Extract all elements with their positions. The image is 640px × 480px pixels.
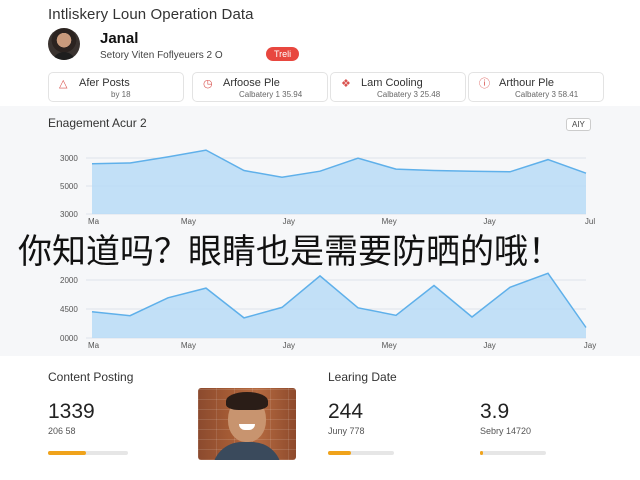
x-tick-label: Jay	[584, 341, 596, 350]
series-area	[92, 273, 586, 338]
avatar[interactable]	[48, 28, 80, 60]
stat-sub-learning-date: Juny 778	[328, 426, 365, 436]
metric-card-arthour-ple[interactable]: ⓘ Arthour Ple Calbatery 3 58.41	[468, 72, 604, 102]
stat-value-learning-date: 244	[328, 400, 364, 423]
stat-value-content-posting: 1339	[48, 400, 95, 423]
progress-fill	[48, 451, 87, 455]
profile-photo	[198, 388, 296, 460]
warning-triangle-icon: △	[59, 78, 68, 90]
progress-bar-learning-date	[328, 451, 394, 455]
x-tick-label: Ma	[88, 341, 100, 350]
metric-card-label: Arthour Ple	[499, 77, 555, 89]
alert-circle-icon: ⓘ	[479, 78, 490, 90]
metric-card-sub: by 18	[111, 90, 131, 99]
x-tick-label: Jay	[283, 341, 295, 350]
metric-card-label: Afer Posts	[79, 77, 130, 89]
x-tick-label: Jul	[585, 217, 595, 226]
progress-bar-third	[480, 451, 546, 455]
profile-subtitle: Setory Viten Foflyeuers 2 O	[100, 50, 223, 61]
y-tick-label: 3000	[60, 154, 78, 163]
profile-name: Janal	[100, 30, 139, 47]
series-area	[92, 150, 586, 214]
x-tick-label: May	[181, 341, 196, 350]
metric-card-label: Arfoose Ple	[223, 77, 280, 89]
progress-fill	[480, 451, 484, 455]
profile-header: Janal Setory Viten Foflyeuers 2 O Treli	[48, 28, 328, 62]
y-tick-label: 3000	[60, 210, 78, 219]
y-tick-label: 2000	[60, 276, 78, 285]
stat-value-third: 3.9	[480, 400, 510, 423]
x-tick-label: Mey	[382, 341, 397, 350]
y-tick-label: 4500	[60, 305, 78, 314]
stat-sub-content-posting: 206 58	[48, 426, 76, 436]
clock-icon: ◷	[203, 78, 213, 90]
stat-label-content-posting: Content Posting	[48, 370, 134, 384]
metric-card-label: Lam Cooling	[361, 77, 423, 89]
metric-card-sub: Calbatery 3 25.48	[377, 90, 441, 99]
progress-fill	[328, 451, 352, 455]
metric-cards: △ Afer Posts by 18 ◷ Arfoose Ple Calbate…	[48, 72, 604, 102]
stat-sub-third: Sebry 14720	[480, 426, 532, 436]
page-title: Intliskery Loun Operation Data	[48, 6, 254, 23]
metric-card-sub: Calbatery 3 58.41	[515, 90, 579, 99]
chart-filter-dropdown[interactable]: AIY	[566, 118, 591, 131]
metric-card-sub: Calbatery 1 35.94	[239, 90, 303, 99]
tag-icon: ❖	[341, 78, 351, 90]
y-tick-label: 5000	[60, 182, 78, 191]
metric-card-lam-cooling[interactable]: ❖ Lam Cooling Calbatery 3 25.48	[330, 72, 466, 102]
overlay-caption: 你知道吗？眼睛也是需要防晒的哦！	[18, 232, 562, 272]
metric-card-arfoose-ple[interactable]: ◷ Arfoose Ple Calbatery 1 35.94	[192, 72, 328, 102]
chart-title: Enagement Acur 2	[48, 116, 147, 130]
y-tick-label: 0000	[60, 334, 78, 343]
x-tick-label: Jay	[483, 341, 495, 350]
metric-card-afer-posts[interactable]: △ Afer Posts by 18	[48, 72, 184, 102]
progress-bar-content-posting	[48, 451, 128, 455]
status-badge[interactable]: Treli	[266, 47, 300, 61]
stat-label-learning-date: Learing Date	[328, 370, 397, 384]
